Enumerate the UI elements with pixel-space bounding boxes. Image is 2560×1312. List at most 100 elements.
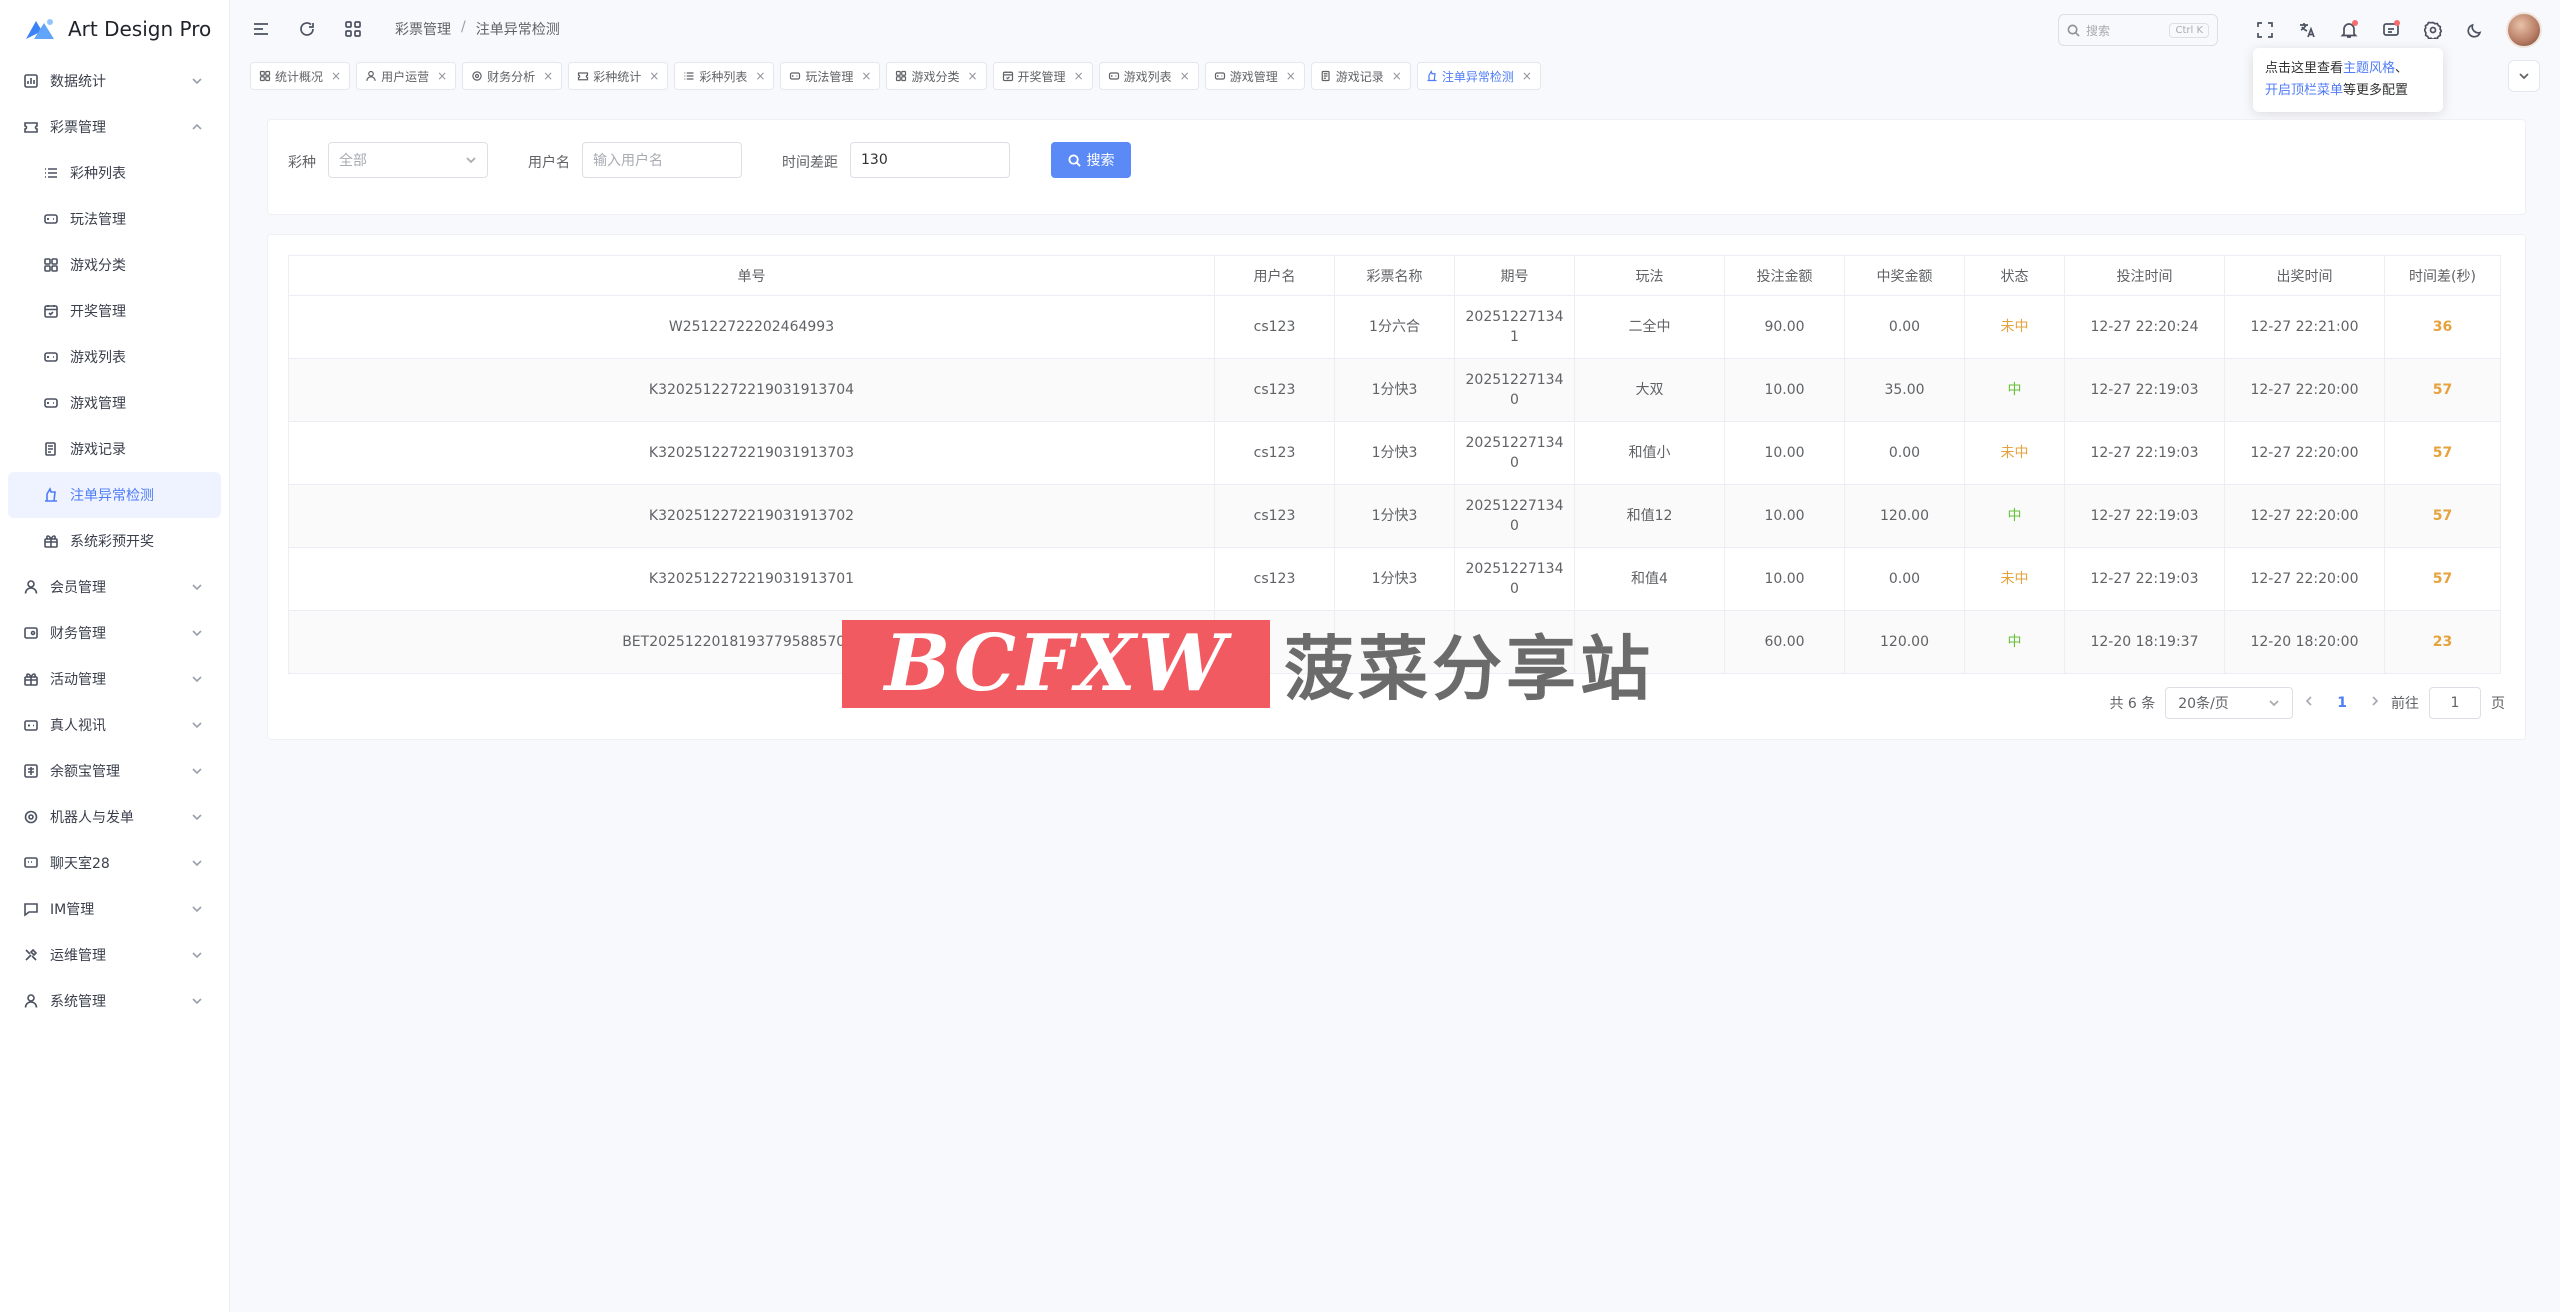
tab-item[interactable]: 注单异常检测 × [1416, 62, 1541, 90]
lottery-select[interactable]: 全部 [328, 142, 488, 178]
theme-style-link[interactable]: 主题风格 [2343, 61, 2395, 76]
tab-item[interactable]: 游戏分类 × [886, 62, 987, 90]
user-avatar[interactable] [2506, 12, 2542, 48]
close-icon[interactable]: × [861, 69, 871, 83]
sidebar-item[interactable]: 会员管理 [0, 564, 229, 610]
dark-mode-moon-icon[interactable] [2464, 19, 2486, 41]
sidebar-item[interactable]: 注单异常检测 [8, 472, 221, 518]
tab-item[interactable]: 游戏列表 × [1098, 62, 1199, 90]
tab-item[interactable]: 游戏管理 × [1204, 62, 1305, 90]
sidebar-item[interactable]: 系统管理 [0, 978, 229, 1024]
page-number-current[interactable]: 1 [2325, 695, 2359, 711]
cell-diff: 36 [2384, 295, 2501, 359]
chat-icon[interactable] [2380, 19, 2402, 41]
cell-draw-time: 12-27 22:20:00 [2224, 421, 2385, 485]
top-menu-link[interactable]: 开启顶栏菜单 [2265, 83, 2343, 98]
tab-item[interactable]: 彩种统计 × [568, 62, 669, 90]
ticket-icon [577, 70, 589, 82]
tab-item[interactable]: 用户运营 × [356, 62, 457, 90]
sidebar-item[interactable]: 开奖管理 [0, 288, 229, 334]
sidebar-item[interactable]: 游戏记录 [0, 426, 229, 472]
breadcrumb-item-parent[interactable]: 彩票管理 [395, 19, 451, 39]
sidebar-item[interactable]: 数据统计 [0, 58, 229, 104]
chat-dot [2394, 20, 2400, 26]
tab-label: 游戏记录 [1335, 69, 1384, 84]
prev-page-button[interactable] [2303, 695, 2315, 711]
sidebar-item[interactable]: 玩法管理 [0, 196, 229, 242]
grid-icon [42, 256, 60, 274]
tab-item[interactable]: 统计概况 × [250, 62, 351, 90]
username-input[interactable]: 输入用户名 [582, 142, 742, 178]
breadcrumb-item-current: 注单异常检测 [475, 22, 560, 38]
close-icon[interactable]: × [755, 69, 765, 83]
watermark-text: 菠菜分享站 [1284, 628, 1654, 710]
tab-label: 玩法管理 [805, 69, 854, 84]
sidebar-item[interactable]: 余额宝管理 [0, 748, 229, 794]
sidebar-item-label: 系统管理 [50, 994, 106, 1010]
grid-icon [895, 70, 907, 82]
sidebar-item[interactable]: 聊天室28 [0, 840, 229, 886]
close-icon[interactable]: × [1522, 69, 1532, 83]
tab-item[interactable]: 财务分析 × [462, 62, 563, 90]
sidebar-item[interactable]: 系统彩预开奖 [0, 518, 229, 564]
sidebar-item[interactable]: IM管理 [0, 886, 229, 932]
tab-label: 开奖管理 [1017, 69, 1066, 84]
sidebar-item[interactable]: 活动管理 [0, 656, 229, 702]
search-button[interactable]: 搜索 [1051, 142, 1131, 178]
translate-icon[interactable] [2296, 19, 2318, 41]
cell-diff: 57 [2384, 421, 2501, 485]
apps-grid-icon[interactable] [343, 19, 363, 39]
sidebar-item-label: 彩种列表 [70, 166, 126, 182]
chat-icon [22, 854, 40, 872]
settings-gear-icon[interactable] [2422, 19, 2444, 41]
close-icon[interactable]: × [331, 69, 341, 83]
cell-bet: 60.00 [1724, 610, 1845, 674]
close-icon[interactable]: × [967, 69, 977, 83]
logo[interactable]: Art Design Pro [0, 0, 229, 58]
sidebar-item[interactable]: 财务管理 [0, 610, 229, 656]
sidebar-item[interactable]: 运维管理 [0, 932, 229, 978]
sidebar-item[interactable]: 彩票管理 [0, 104, 229, 150]
menu-toggle-icon[interactable] [251, 19, 271, 39]
tab-item[interactable]: 彩种列表 × [674, 62, 775, 90]
page-size-select[interactable]: 20条/页 [2165, 687, 2294, 719]
notification-bell-icon[interactable] [2338, 19, 2360, 41]
time-diff-input[interactable]: 130 [850, 142, 1010, 178]
fullscreen-icon[interactable] [2254, 19, 2276, 41]
close-icon[interactable]: × [1074, 69, 1084, 83]
tab-item[interactable]: 开奖管理 × [992, 62, 1093, 90]
column-header: 用户名 [1214, 255, 1335, 296]
next-page-button[interactable] [2369, 695, 2381, 711]
sidebar-item[interactable]: 游戏分类 [0, 242, 229, 288]
watermark: BCFXW 菠菜分享站 [842, 613, 1654, 714]
cell-order: K3202512272219031913701 [288, 547, 1215, 611]
close-icon[interactable]: × [543, 69, 553, 83]
refresh-icon[interactable] [297, 19, 317, 39]
cell-play: 和值4 [1574, 547, 1725, 611]
goto-page-input[interactable]: 1 [2429, 687, 2481, 719]
sidebar-item[interactable]: 游戏列表 [0, 334, 229, 380]
close-icon[interactable]: × [437, 69, 447, 83]
calendar-icon [1002, 70, 1014, 82]
tab-item[interactable]: 玩法管理 × [780, 62, 881, 90]
cell-status: 未中 [1964, 547, 2065, 611]
cell-draw-time: 12-27 22:21:00 [2224, 295, 2385, 359]
global-search-input[interactable]: 搜索 Ctrl K [2058, 14, 2218, 46]
close-icon[interactable]: × [1180, 69, 1190, 83]
tab-item[interactable]: 游戏记录 × [1310, 62, 1411, 90]
sidebar-item-label: 数据统计 [50, 74, 106, 90]
sidebar-item[interactable]: 机器人与发单 [0, 794, 229, 840]
sidebar-item[interactable]: 游戏管理 [0, 380, 229, 426]
close-icon[interactable]: × [1286, 69, 1296, 83]
chevron-right-icon [2372, 696, 2379, 706]
tabs-more-button[interactable] [2508, 60, 2540, 92]
tab-label: 财务分析 [487, 69, 536, 84]
header-toolbar: 搜索 Ctrl K [2058, 12, 2542, 48]
tab-label: 用户运营 [381, 69, 430, 84]
close-icon[interactable]: × [649, 69, 659, 83]
sidebar-item[interactable]: 真人视讯 [0, 702, 229, 748]
close-icon[interactable]: × [1392, 69, 1402, 83]
cell-user: cs123 [1214, 547, 1335, 611]
list-icon [683, 70, 695, 82]
sidebar-item[interactable]: 彩种列表 [0, 150, 229, 196]
